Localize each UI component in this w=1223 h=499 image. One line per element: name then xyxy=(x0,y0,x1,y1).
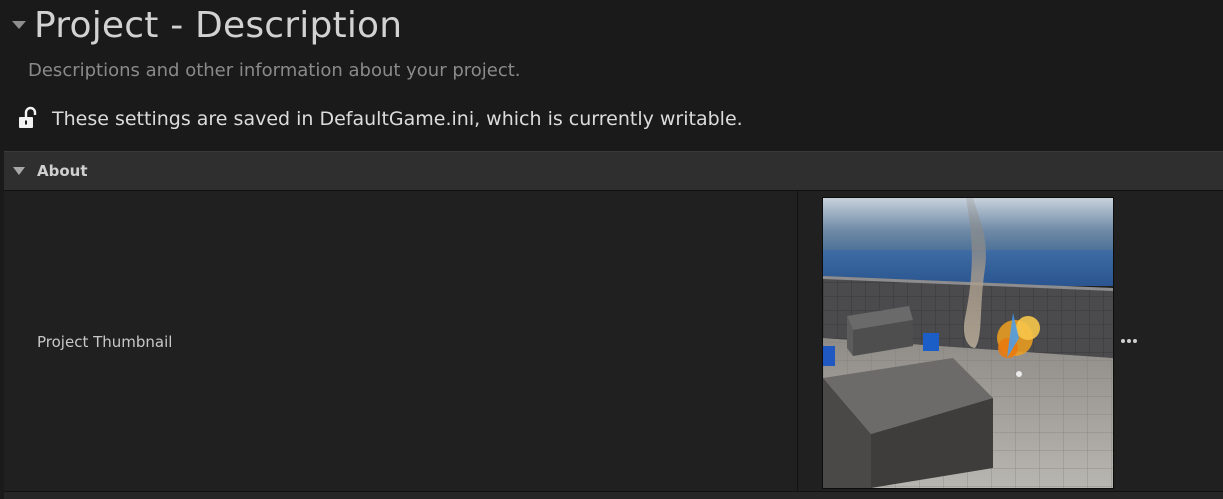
next-property-row xyxy=(4,491,1223,499)
ellipsis-dot xyxy=(1127,339,1131,343)
collapse-arrow-icon[interactable] xyxy=(12,21,26,29)
config-save-status: These settings are saved in DefaultGame.… xyxy=(52,108,743,130)
settings-header: Project - Description Descriptions and o… xyxy=(0,0,1223,150)
property-name-cell: Project Thumbnail xyxy=(4,191,797,491)
column-divider[interactable] xyxy=(797,191,798,491)
page-subtitle: Descriptions and other information about… xyxy=(28,60,521,81)
ellipsis-icon xyxy=(1121,339,1125,343)
section-title: About xyxy=(37,162,88,180)
project-thumbnail-image[interactable] xyxy=(822,197,1114,489)
page-title: Project - Description xyxy=(34,5,403,46)
unlocked-padlock-icon[interactable] xyxy=(18,106,40,130)
expand-arrow-icon[interactable] xyxy=(13,167,25,175)
property-row-project-thumbnail: Project Thumbnail xyxy=(4,190,1223,491)
property-label: Project Thumbnail xyxy=(37,333,173,351)
project-description-settings: Project - Description Descriptions and o… xyxy=(0,0,1223,499)
ellipsis-dot xyxy=(1133,339,1137,343)
about-section-header[interactable]: About xyxy=(4,151,1223,190)
more-options-button[interactable] xyxy=(1121,335,1141,347)
